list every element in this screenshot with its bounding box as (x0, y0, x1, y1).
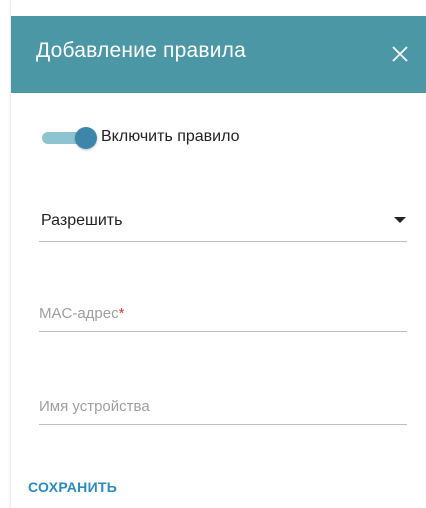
dialog-header: Добавление правила (11, 16, 426, 93)
action-select[interactable]: Разрешить (39, 205, 407, 242)
enable-rule-label: Включить правило (101, 128, 240, 145)
action-select-value: Разрешить (41, 212, 123, 229)
device-name-field[interactable]: Имя устройства (39, 390, 407, 425)
mac-address-placeholder: MAC-адрес* (39, 305, 124, 322)
dialog-title: Добавление правила (36, 39, 246, 62)
add-rule-dialog: Добавление правила Включить правило Разр… (11, 0, 426, 508)
mac-address-field[interactable]: MAC-адрес* (39, 297, 407, 332)
toggle-knob (75, 127, 97, 149)
close-icon (392, 46, 408, 62)
required-mark: * (118, 305, 125, 322)
device-name-placeholder: Имя устройства (39, 398, 150, 415)
enable-rule-toggle[interactable] (42, 127, 100, 149)
save-button[interactable]: СОХРАНИТЬ (28, 479, 117, 495)
dropdown-arrow-icon (394, 217, 406, 223)
close-button[interactable] (386, 40, 414, 68)
mac-address-placeholder-text: MAC-адрес (39, 305, 119, 322)
